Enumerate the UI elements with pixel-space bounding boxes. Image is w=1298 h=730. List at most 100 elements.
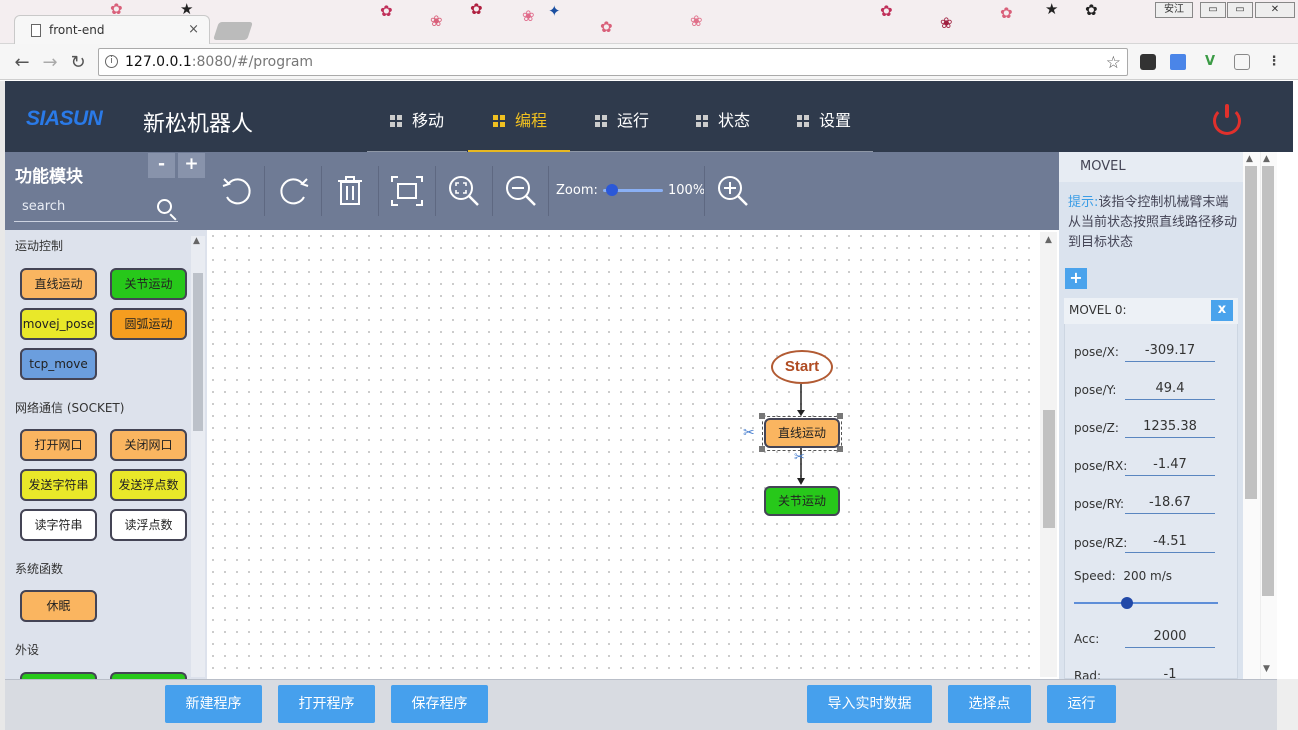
scroll-up-icon[interactable]: ▲ xyxy=(193,236,200,246)
param-input-x[interactable]: -309.17 xyxy=(1125,342,1215,362)
scroll-up-icon[interactable]: ▲ xyxy=(1246,154,1253,164)
hint-text: 提示:该指令控制机械臂末端从当前状态按照直线路径移动到目标状态 xyxy=(1068,193,1238,253)
block-open-port[interactable]: 打开网口 xyxy=(20,429,97,461)
program-canvas[interactable] xyxy=(207,230,1059,679)
scroll-up-icon[interactable]: ▲ xyxy=(1045,235,1052,245)
browser-tab[interactable]: front-end × xyxy=(14,15,210,45)
toolbar-divider xyxy=(704,166,705,216)
block-linear-move[interactable]: 直线运动 xyxy=(20,268,97,300)
maximize-button[interactable]: ▭ xyxy=(1227,2,1253,18)
grid-icon xyxy=(595,115,607,127)
resize-handle[interactable] xyxy=(759,413,765,419)
extension-icon[interactable] xyxy=(1140,54,1156,70)
tab-close-icon[interactable]: × xyxy=(188,22,199,37)
vue-extension-icon[interactable]: V xyxy=(1202,54,1218,70)
fit-screen-icon[interactable] xyxy=(389,173,425,209)
window-close-button[interactable]: ✕ xyxy=(1255,2,1295,18)
flow-node-joint-move[interactable]: 关节运动 xyxy=(764,486,840,516)
zoom-slider-handle[interactable] xyxy=(606,184,618,196)
toolbar-divider xyxy=(435,166,436,216)
nav-tab-settings[interactable]: 设置 xyxy=(772,81,873,152)
category-label: 网络通信 (SOCKET) xyxy=(15,399,124,416)
scroll-down-icon[interactable]: ▼ xyxy=(1263,664,1270,674)
zoom-percent: 100% xyxy=(668,183,706,198)
zoom-out-icon[interactable] xyxy=(503,173,539,209)
category-label: 外设 xyxy=(15,643,40,657)
canvas-scroll-thumb[interactable] xyxy=(1043,410,1055,528)
param-input-ry[interactable]: -18.67 xyxy=(1125,494,1215,514)
resize-handle[interactable] xyxy=(759,446,765,452)
nav-tab-run[interactable]: 运行 xyxy=(570,81,671,152)
info-icon[interactable]: i xyxy=(105,55,118,68)
right-panel-scroll-thumb[interactable] xyxy=(1245,166,1257,499)
block-arc-move[interactable]: 圆弧运动 xyxy=(110,308,187,340)
open-program-button[interactable]: 打开程序 xyxy=(278,685,375,723)
translate-extension-icon[interactable] xyxy=(1170,54,1186,70)
new-program-button[interactable]: 新建程序 xyxy=(165,685,262,723)
decor-flower-icon: ✿ xyxy=(380,2,393,20)
zoom-fit-icon[interactable] xyxy=(446,173,482,209)
acc-input[interactable]: 2000 xyxy=(1125,628,1215,648)
zoom-in-icon[interactable] xyxy=(715,173,751,209)
logo: SIASUN xyxy=(26,107,103,130)
nav-label: 编程 xyxy=(515,111,548,130)
redo-icon[interactable] xyxy=(276,173,312,209)
save-program-button[interactable]: 保存程序 xyxy=(391,685,488,723)
toolbar-divider xyxy=(378,166,379,216)
block-movej-pose[interactable]: movej_pose xyxy=(20,308,97,340)
block-sleep[interactable]: 休眠 xyxy=(20,590,97,622)
speed-slider-track[interactable] xyxy=(1074,602,1218,604)
collapse-button[interactable]: - xyxy=(148,153,175,178)
select-point-button[interactable]: 选择点 xyxy=(948,685,1031,723)
search-input[interactable]: search xyxy=(14,194,178,222)
grid-icon xyxy=(696,115,708,127)
power-icon[interactable] xyxy=(1213,104,1241,135)
block-joint-move[interactable]: 关节运动 xyxy=(110,268,187,300)
block-tcp-move[interactable]: tcp_move xyxy=(20,348,97,380)
resize-handle[interactable] xyxy=(837,413,843,419)
page-scroll-thumb[interactable] xyxy=(1262,166,1274,596)
bookmark-star-icon[interactable]: ☆ xyxy=(1106,50,1121,76)
left-scroll-thumb[interactable] xyxy=(193,273,203,431)
menu-icon[interactable]: ⋮ xyxy=(1266,54,1282,70)
block-close-port[interactable]: 关闭网口 xyxy=(110,429,187,461)
forward-icon[interactable]: → xyxy=(40,52,60,73)
url-input[interactable]: i 127.0.0.1:8080/#/program ☆ xyxy=(98,48,1128,76)
minimize-button[interactable]: ▭ xyxy=(1200,2,1226,18)
category-label-suffix: (SOCKET) xyxy=(66,401,125,415)
block-send-float[interactable]: 发送浮点数 xyxy=(110,469,187,501)
nav-tab-move[interactable]: 移动 xyxy=(367,81,467,152)
toolbar-divider xyxy=(321,166,322,216)
block-send-string[interactable]: 发送字符串 xyxy=(20,469,97,501)
block-read-float[interactable]: 读浮点数 xyxy=(110,509,187,541)
undo-icon[interactable] xyxy=(219,173,255,209)
run-button[interactable]: 运行 xyxy=(1047,685,1116,723)
grid-icon xyxy=(390,115,402,127)
param-input-rz[interactable]: -4.51 xyxy=(1125,533,1215,553)
scissors-icon[interactable]: ✂ xyxy=(794,450,805,465)
block-read-string[interactable]: 读字符串 xyxy=(20,509,97,541)
start-node[interactable]: Start xyxy=(771,350,833,384)
shield-extension-icon[interactable] xyxy=(1234,54,1250,70)
scissors-icon[interactable]: ✂ xyxy=(743,425,755,441)
expand-button[interactable]: + xyxy=(178,153,205,178)
flow-node-linear-move[interactable]: 直线运动 xyxy=(764,418,840,448)
back-icon[interactable]: ← xyxy=(12,52,32,73)
new-tab-button[interactable] xyxy=(213,22,253,40)
nav-tab-program[interactable]: 编程 xyxy=(468,81,570,152)
param-input-rx[interactable]: -1.47 xyxy=(1125,456,1215,476)
nav-tab-status[interactable]: 状态 xyxy=(671,81,772,152)
add-instance-button[interactable]: + xyxy=(1065,268,1087,289)
decor-flower-icon: ❀ xyxy=(522,7,535,25)
remove-instance-button[interactable]: x xyxy=(1211,300,1233,321)
param-input-z[interactable]: 1235.38 xyxy=(1125,418,1215,438)
resize-handle[interactable] xyxy=(837,446,843,452)
trash-icon[interactable] xyxy=(332,173,368,209)
import-realtime-data-button[interactable]: 导入实时数据 xyxy=(807,685,932,723)
search-icon[interactable] xyxy=(157,199,172,214)
rad-input[interactable]: -1 xyxy=(1125,666,1215,679)
param-input-y[interactable]: 49.4 xyxy=(1125,380,1215,400)
scroll-up-icon[interactable]: ▲ xyxy=(1263,154,1270,164)
reload-icon[interactable]: ↻ xyxy=(68,52,88,73)
decor-flower-icon: ❀ xyxy=(940,14,953,32)
